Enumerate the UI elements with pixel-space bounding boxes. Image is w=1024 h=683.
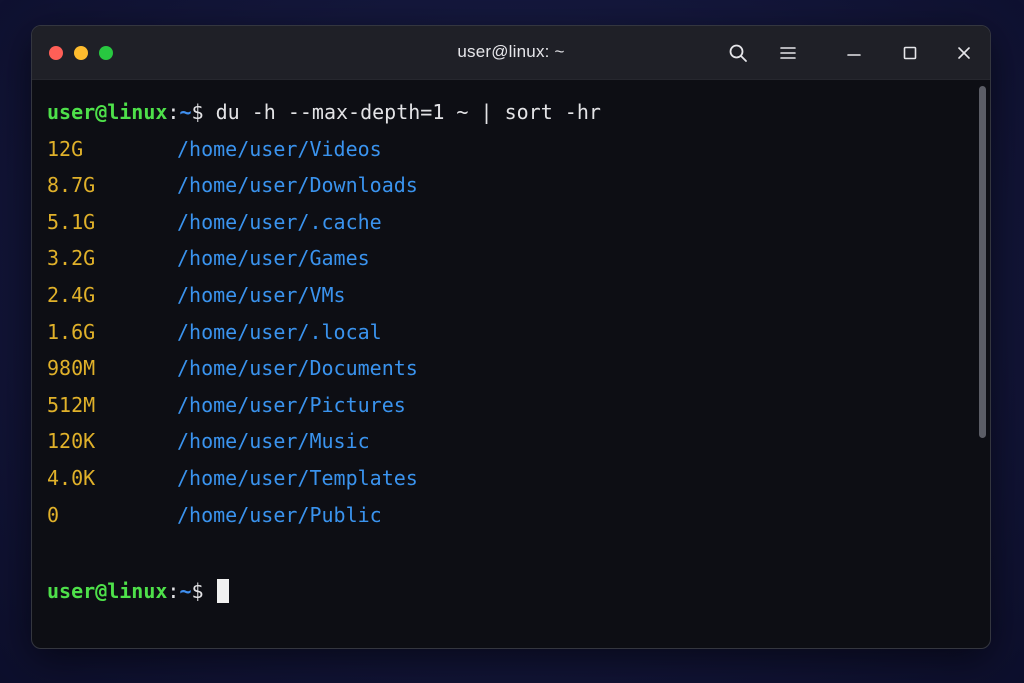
prompt-colon: : bbox=[167, 579, 180, 604]
output-size: 512M bbox=[47, 392, 96, 417]
output-row: 8.7G/home/user/Downloads bbox=[47, 167, 970, 204]
close-button[interactable] bbox=[950, 39, 978, 67]
command-text: du -h --max-depth=1 ~ | sort -hr bbox=[203, 100, 601, 124]
prompt-dollar: $ bbox=[191, 100, 204, 124]
active-prompt-line[interactable]: user@linux:~$ bbox=[47, 573, 970, 610]
output-size: 5.1G bbox=[47, 209, 96, 234]
output-size: 0 bbox=[47, 502, 60, 527]
output-row: 512M/home/user/Pictures bbox=[47, 387, 970, 424]
output-path: /home/user/Public bbox=[177, 502, 382, 527]
prompt-path: ~ bbox=[179, 100, 192, 124]
maximize-button[interactable] bbox=[896, 39, 924, 67]
output-path: /home/user/.cache bbox=[177, 209, 382, 234]
output-path: /home/user/Templates bbox=[177, 465, 418, 490]
prompt-dollar: $ bbox=[191, 579, 204, 604]
output-path: /home/user/Documents bbox=[177, 356, 418, 381]
prompt-user-host: user@linux bbox=[47, 579, 168, 604]
output-row: 12G/home/user/Videos bbox=[47, 131, 970, 168]
text-cursor bbox=[216, 578, 229, 603]
output-path: /home/user/Videos bbox=[177, 136, 382, 161]
close-icon bbox=[958, 47, 970, 59]
output-row: 120K/home/user/Music bbox=[47, 423, 970, 460]
output-row: 1.6G/home/user/.local bbox=[47, 314, 970, 351]
output-row: 3.2G/home/user/Games bbox=[47, 240, 970, 277]
output-size: 4.0K bbox=[47, 465, 96, 490]
output-path: /home/user/.local bbox=[177, 319, 382, 344]
search-icon bbox=[729, 44, 747, 62]
prompt-user-host: user@linux bbox=[47, 100, 168, 124]
output-size: 2.4G bbox=[47, 282, 96, 307]
output-path: /home/user/Games bbox=[177, 246, 370, 271]
maximize-icon bbox=[903, 46, 917, 60]
output-size: 120K bbox=[47, 429, 96, 454]
output-row: 0/home/user/Public bbox=[47, 497, 970, 534]
output-size: 980M bbox=[47, 356, 96, 381]
minimize-icon bbox=[847, 54, 861, 56]
output-path: /home/user/VMs bbox=[177, 282, 346, 307]
scrollbar-thumb[interactable] bbox=[979, 86, 986, 438]
prompt-path: ~ bbox=[179, 579, 192, 604]
output-row: 980M/home/user/Documents bbox=[47, 350, 970, 387]
search-button[interactable] bbox=[724, 39, 752, 67]
output-path: /home/user/Pictures bbox=[177, 392, 406, 417]
hamburger-menu-icon bbox=[780, 47, 796, 59]
output-path: /home/user/Music bbox=[177, 429, 370, 454]
minimize-button[interactable] bbox=[840, 39, 868, 67]
output-row: 4.0K/home/user/Templates bbox=[47, 460, 970, 497]
terminal-content[interactable]: user@linux:~$ du -h --max-depth=1 ~ | so… bbox=[47, 94, 970, 648]
title-bar[interactable]: user@linux: ~ bbox=[32, 26, 990, 80]
menu-button[interactable] bbox=[774, 39, 802, 67]
output-size: 1.6G bbox=[47, 319, 96, 344]
output-size: 3.2G bbox=[47, 246, 96, 271]
output-row: 5.1G/home/user/.cache bbox=[47, 204, 970, 241]
prompt-colon: : bbox=[167, 100, 180, 124]
output-path: /home/user/Downloads bbox=[177, 173, 418, 198]
terminal-window: user@linux: ~ user@linux:~$ du -h --max-… bbox=[31, 25, 991, 649]
output-size: 12G bbox=[47, 136, 84, 161]
output-size: 8.7G bbox=[47, 173, 96, 198]
output-row: 2.4G/home/user/VMs bbox=[47, 277, 970, 314]
command-line: user@linux:~$ du -h --max-depth=1 ~ | so… bbox=[47, 94, 970, 131]
